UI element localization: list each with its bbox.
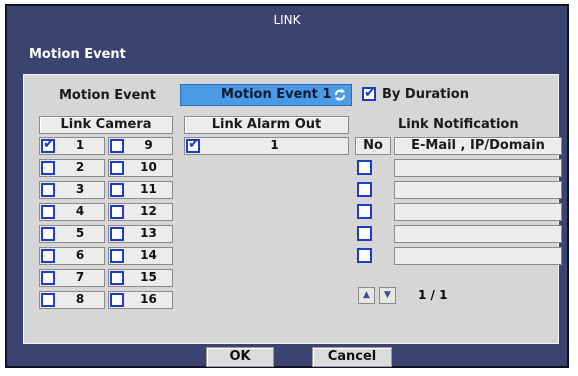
camera-cell[interactable]: 11: [108, 181, 173, 199]
camera-cell[interactable]: 7: [39, 269, 105, 287]
camera-cell[interactable]: 16: [108, 291, 173, 309]
notification-checkbox[interactable]: [357, 226, 373, 242]
link-camera-header[interactable]: Link Camera: [39, 116, 173, 134]
motion-event-value: Motion Event 1: [221, 87, 332, 102]
notification-target-field[interactable]: [394, 247, 562, 265]
page-up-icon[interactable]: ▲: [358, 287, 375, 304]
camera-checkbox[interactable]: [110, 249, 124, 263]
camera-checkbox[interactable]: [41, 205, 55, 219]
camera-checkbox[interactable]: [110, 271, 124, 285]
page-down-icon[interactable]: ▼: [379, 287, 396, 304]
camera-checkbox[interactable]: [41, 293, 55, 307]
checkbox-box: [357, 160, 372, 175]
notification-checkbox[interactable]: [357, 204, 373, 220]
alarm-out-row[interactable]: ✔ 1: [184, 137, 349, 155]
checkbox-box: [357, 248, 372, 263]
notification-target-field[interactable]: [394, 159, 562, 177]
camera-number: 5: [75, 226, 85, 240]
notification-no-header: No: [355, 137, 391, 155]
camera-cell[interactable]: 6: [39, 247, 105, 265]
camera-number: 15: [140, 270, 157, 284]
notification-target-field[interactable]: [394, 181, 562, 199]
camera-cell[interactable]: 9: [108, 137, 173, 155]
camera-number: 1: [75, 138, 85, 152]
camera-checkbox[interactable]: [41, 249, 55, 263]
link-alarm-out-header[interactable]: Link Alarm Out: [184, 116, 349, 134]
notification-target-header: E-Mail , IP/Domain: [394, 137, 562, 155]
camera-number: 6: [75, 248, 85, 262]
camera-cell[interactable]: 2: [39, 159, 105, 177]
camera-cell[interactable]: 15: [108, 269, 173, 287]
camera-number: 13: [140, 226, 157, 240]
alarm-out-number: 1: [270, 138, 279, 152]
notification-checkbox[interactable]: [357, 160, 373, 176]
by-duration-checkbox[interactable]: ✔: [362, 85, 377, 102]
camera-cell[interactable]: 12: [108, 203, 173, 221]
camera-checkbox[interactable]: [110, 227, 124, 241]
camera-number: 12: [140, 204, 157, 218]
camera-cell[interactable]: 4: [39, 203, 105, 221]
alarm-out-checkbox[interactable]: ✔: [186, 136, 200, 153]
camera-cell[interactable]: 14: [108, 247, 173, 265]
camera-cell[interactable]: 5: [39, 225, 105, 243]
camera-checkbox[interactable]: [41, 271, 55, 285]
camera-checkbox[interactable]: [110, 139, 124, 153]
camera-number: 4: [75, 204, 85, 218]
camera-number: 3: [75, 182, 85, 196]
camera-cell[interactable]: 10: [108, 159, 173, 177]
notification-target-field[interactable]: [394, 203, 562, 221]
camera-number: 2: [75, 160, 85, 174]
page-indicator: 1 / 1: [418, 288, 448, 302]
motion-event-label: Motion Event: [59, 88, 156, 103]
window-title: LINK: [273, 13, 301, 27]
camera-cell[interactable]: 3: [39, 181, 105, 199]
camera-number: 9: [144, 138, 153, 152]
checkbox-box: [357, 226, 372, 241]
notification-target-field[interactable]: [394, 225, 562, 243]
cancel-button[interactable]: Cancel: [312, 347, 392, 367]
cycle-icon: [333, 88, 347, 102]
check-icon: ✔: [188, 136, 200, 152]
camera-number: 14: [140, 248, 157, 262]
checkbox-box: ✔: [362, 85, 376, 101]
camera-number: 11: [140, 182, 157, 196]
camera-checkbox[interactable]: ✔: [41, 136, 55, 153]
camera-cell[interactable]: ✔ 1: [39, 137, 105, 155]
camera-number: 8: [75, 292, 85, 306]
camera-checkbox[interactable]: [110, 293, 124, 307]
camera-checkbox[interactable]: [41, 183, 55, 197]
camera-number: 16: [140, 292, 157, 306]
camera-checkbox[interactable]: [41, 227, 55, 241]
camera-cell[interactable]: 13: [108, 225, 173, 243]
check-icon: ✔: [43, 136, 55, 152]
motion-event-select[interactable]: Motion Event 1: [180, 84, 352, 106]
camera-number: 7: [75, 270, 85, 284]
by-duration-label: By Duration: [382, 87, 469, 102]
camera-checkbox[interactable]: [41, 161, 55, 175]
notification-checkbox[interactable]: [357, 248, 373, 264]
camera-cell[interactable]: 8: [39, 291, 105, 309]
camera-checkbox[interactable]: [110, 183, 124, 197]
section-title: Motion Event: [29, 47, 126, 62]
notification-checkbox[interactable]: [357, 182, 373, 198]
checkbox-box: [357, 182, 372, 197]
camera-number: 10: [140, 160, 157, 174]
ok-button[interactable]: OK: [206, 347, 274, 367]
checkbox-box: [357, 204, 372, 219]
link-notification-header: Link Notification: [398, 117, 519, 132]
camera-checkbox[interactable]: [110, 205, 124, 219]
check-icon: ✔: [364, 85, 376, 101]
camera-checkbox[interactable]: [110, 161, 124, 175]
